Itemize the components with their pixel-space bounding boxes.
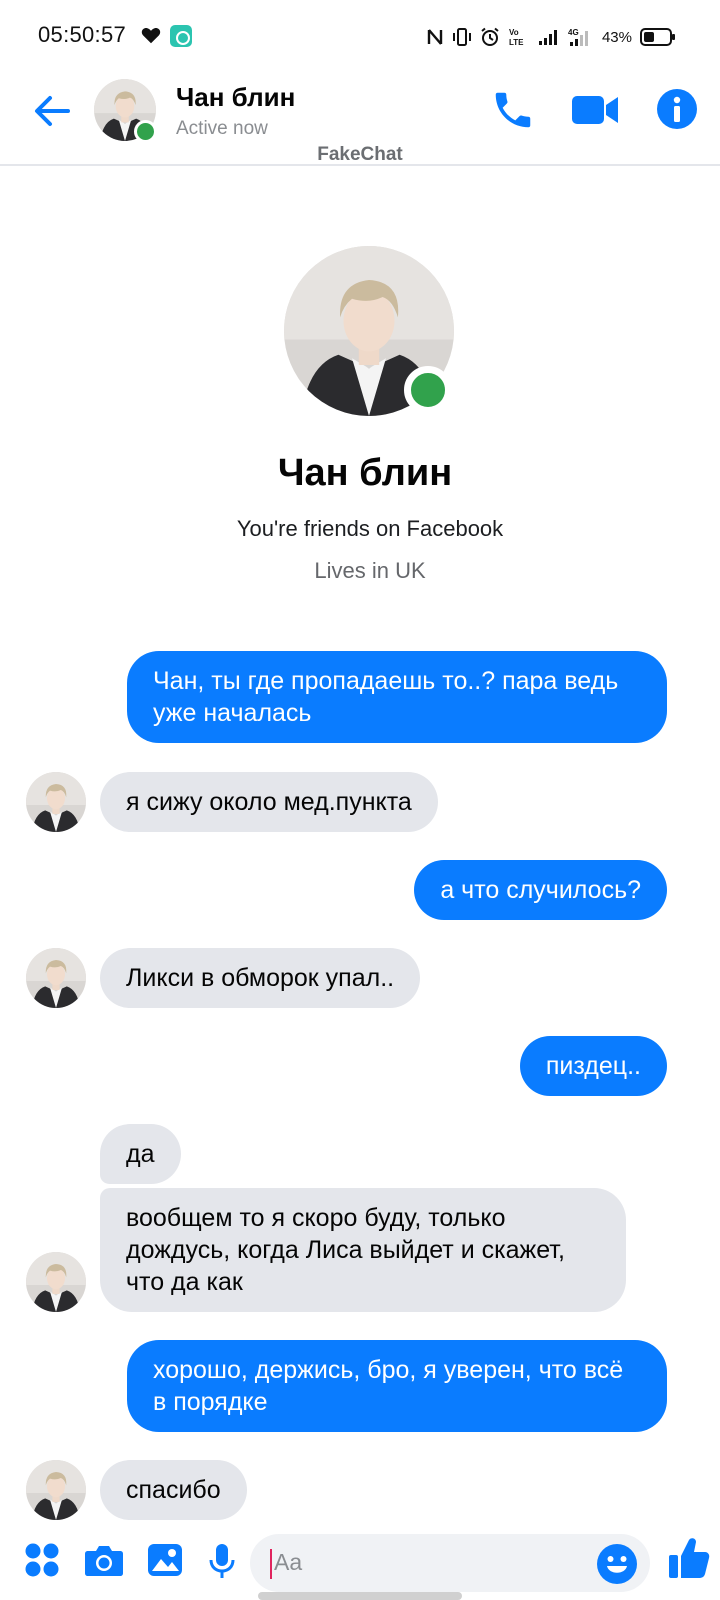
message-avatar[interactable] [26,948,86,1008]
signal-icon [538,30,557,45]
message-avatar[interactable] [26,1252,86,1312]
camera-icon[interactable] [84,1542,124,1578]
vibrate-icon [452,28,471,46]
svg-text:Vo: Vo [509,28,519,37]
volte-icon: VoLTE [509,28,524,47]
profile-lives-text: Lives in UK [314,558,426,583]
message-avatar[interactable] [26,1460,86,1520]
4g-signal-icon: 4G [568,28,588,46]
gallery-icon[interactable] [146,1542,184,1578]
message-avatar[interactable] [26,772,86,832]
message-bubble[interactable]: я сижу около мед.пункта [100,772,438,832]
alarm-icon [481,27,499,46]
battery-level [644,32,654,42]
contact-name[interactable]: Чан блин [176,82,295,113]
message-bubble[interactable]: вообщем то я скоро буду, только дождусь,… [100,1188,626,1312]
app-notification-icon [170,25,192,47]
status-bar: 05:50:57 Vo LTE 4G 43% [0,0,720,72]
message-bubble[interactable]: спасибо [100,1460,247,1520]
profile-friends-text: You're friends on Facebook [236,516,504,541]
status-indicators: Vo LTE 4G 43% [426,24,675,50]
message-input[interactable]: Aa [250,1534,650,1592]
battery-icon [640,28,675,46]
contact-status: Active now [176,118,268,139]
svg-text:4G: 4G [568,28,579,37]
online-indicator [134,120,157,143]
message-bubble[interactable]: хорошо, держись, бро, я уверен, что всё … [127,1340,667,1432]
video-camera-icon[interactable] [570,90,620,130]
message-bubble[interactable]: а что случилось? [414,860,667,920]
message-input-placeholder: Aa [274,1549,303,1575]
battery-percent: 43% [601,28,632,46]
thumbs-up-icon[interactable] [668,1536,710,1580]
back-button[interactable] [30,89,74,133]
nfc-icon [427,29,443,45]
message-bubble[interactable]: пиздец.. [519,1036,667,1096]
back-arrow-icon [35,96,70,126]
microphone-icon[interactable] [206,1542,238,1580]
message-bubble[interactable]: Чан, ты где пропадаешь то..? пара ведь у… [127,651,667,743]
composer-bar: Aa [0,1520,720,1600]
svg-text:LTE: LTE [509,38,524,47]
apps-grid-icon[interactable] [24,1542,60,1578]
navigation-handle[interactable] [258,1592,462,1600]
chat-header: Чан блин Active now FakeChat [0,72,720,166]
watermark: FakeChat [317,144,403,165]
phone-icon[interactable] [490,87,536,133]
emoji-icon[interactable] [596,1543,638,1585]
text-caret [270,1549,272,1579]
profile-name: Чан блин [277,452,453,494]
profile-online-indicator [404,366,452,414]
heart-icon [141,28,161,44]
message-bubble[interactable]: да [100,1124,181,1184]
info-icon[interactable] [656,88,698,130]
message-bubble[interactable]: Ликси в обморок упал.. [100,948,421,1008]
status-time: 05:50:57 [38,22,127,47]
